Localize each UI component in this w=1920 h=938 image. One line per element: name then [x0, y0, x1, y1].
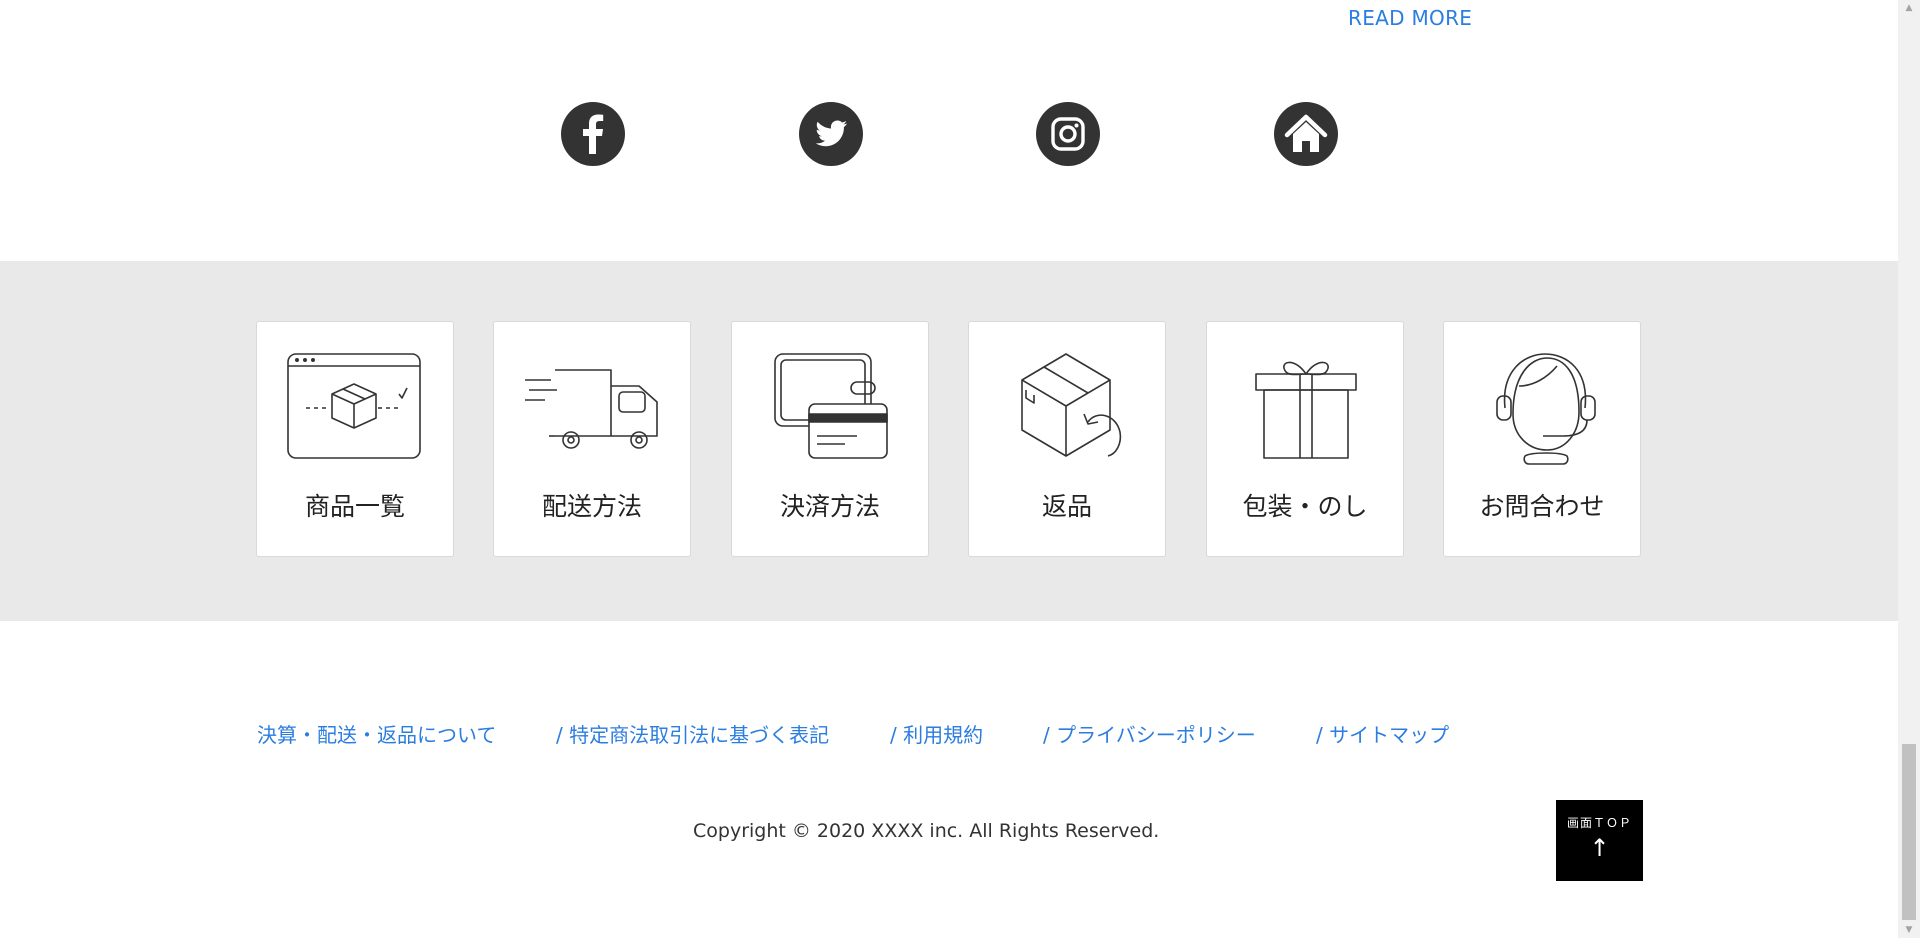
back-to-top-button[interactable]: 画面ＴＯＰ ↑: [1556, 800, 1643, 881]
menu-card-wrapping[interactable]: 包装・のし: [1206, 321, 1404, 557]
menu-card-label: 決済方法: [779, 492, 880, 521]
scroll-thumb[interactable]: [1902, 744, 1916, 920]
facebook-icon[interactable]: [561, 102, 625, 166]
footer-link-commercial-law[interactable]: / 特定商法取引法に基づく表記: [556, 719, 829, 748]
return-box-icon: [1021, 353, 1122, 457]
wallet-card-icon: [774, 353, 888, 459]
page-scrollbar[interactable]: ▲ ▼: [1898, 0, 1920, 938]
menu-card-label: 配送方法: [541, 492, 642, 521]
footer-link-terms[interactable]: / 利用規約: [890, 719, 983, 748]
menu-card-label: お問合わせ: [1479, 492, 1605, 521]
page: READ MORE 商品一覧 配送方法 決済方法 返品 包装・のし お問合わせ …: [0, 0, 1920, 938]
home-icon[interactable]: [1274, 102, 1338, 166]
product-box-icon: [287, 353, 421, 459]
menu-card-delivery[interactable]: 配送方法: [493, 321, 691, 557]
delivery-truck-icon: [525, 369, 658, 449]
menu-band: 商品一覧 配送方法 決済方法 返品 包装・のし お問合わせ: [0, 261, 1898, 621]
twitter-icon[interactable]: [799, 102, 863, 166]
gift-box-icon: [1255, 361, 1357, 459]
menu-card-label: 返品: [1041, 492, 1092, 521]
arrow-up-icon: ↑: [1589, 834, 1610, 862]
menu-card-contact[interactable]: お問合わせ: [1443, 321, 1641, 557]
menu-card-payment[interactable]: 決済方法: [731, 321, 929, 557]
copyright: Copyright © 2020 XXXX inc. All Rights Re…: [693, 820, 1160, 842]
footer-link-sitemap[interactable]: / サイトマップ: [1316, 719, 1449, 748]
back-to-top-label: 画面ＴＯＰ: [1566, 816, 1632, 830]
menu-card-product-list[interactable]: 商品一覧: [256, 321, 454, 557]
menu-card-label: 商品一覧: [304, 492, 405, 521]
instagram-icon[interactable]: [1036, 102, 1100, 166]
footer-link-privacy[interactable]: / プライバシーポリシー: [1043, 719, 1256, 748]
scroll-down-arrow-icon[interactable]: ▼: [1898, 922, 1920, 938]
menu-card-label: 包装・のし: [1242, 492, 1368, 521]
menu-card-returns[interactable]: 返品: [968, 321, 1166, 557]
scroll-up-arrow-icon[interactable]: ▲: [1898, 0, 1920, 16]
support-headset-icon: [1496, 353, 1596, 465]
footer-link-payment-delivery-returns[interactable]: 決算・配送・返品について: [257, 719, 496, 748]
read-more-link[interactable]: READ MORE: [1348, 6, 1472, 30]
